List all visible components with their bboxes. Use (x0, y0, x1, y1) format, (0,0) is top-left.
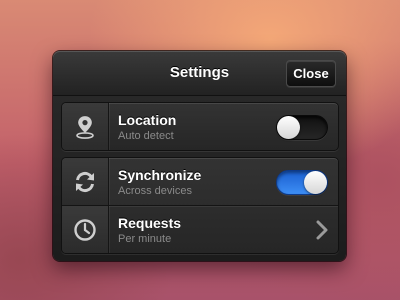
row-sublabel: Per minute (118, 233, 172, 245)
location-pin-icon (76, 115, 94, 139)
sync-icon-cell (62, 158, 109, 205)
settings-panel: Settings Close Location Auto detect Sync… (53, 51, 346, 261)
setting-row-location: Location Auto detect (62, 103, 338, 150)
clock-icon (74, 219, 96, 241)
toggle-knob (277, 116, 300, 139)
sync-requests-group: Synchronize Across devices Requests Per … (61, 157, 339, 254)
row-label: Location (118, 112, 177, 128)
row-label: Requests (118, 215, 182, 231)
setting-row-synchronize: Synchronize Across devices (62, 158, 338, 205)
sync-icon (76, 171, 94, 193)
synchronize-toggle[interactable] (276, 170, 328, 195)
row-label: Synchronize (118, 167, 202, 183)
row-sublabel: Auto detect (118, 130, 174, 142)
setting-row-requests[interactable]: Requests Per minute (62, 205, 338, 253)
row-sublabel: Across devices (118, 185, 192, 197)
location-toggle[interactable] (276, 115, 328, 140)
close-button[interactable]: Close (286, 60, 336, 87)
header-bar: Settings Close (53, 51, 346, 96)
chevron-right-icon[interactable] (316, 220, 328, 240)
clock-icon-cell (62, 206, 109, 253)
location-icon-cell (62, 103, 109, 150)
toggle-knob (304, 171, 327, 194)
location-group: Location Auto detect (61, 102, 339, 151)
